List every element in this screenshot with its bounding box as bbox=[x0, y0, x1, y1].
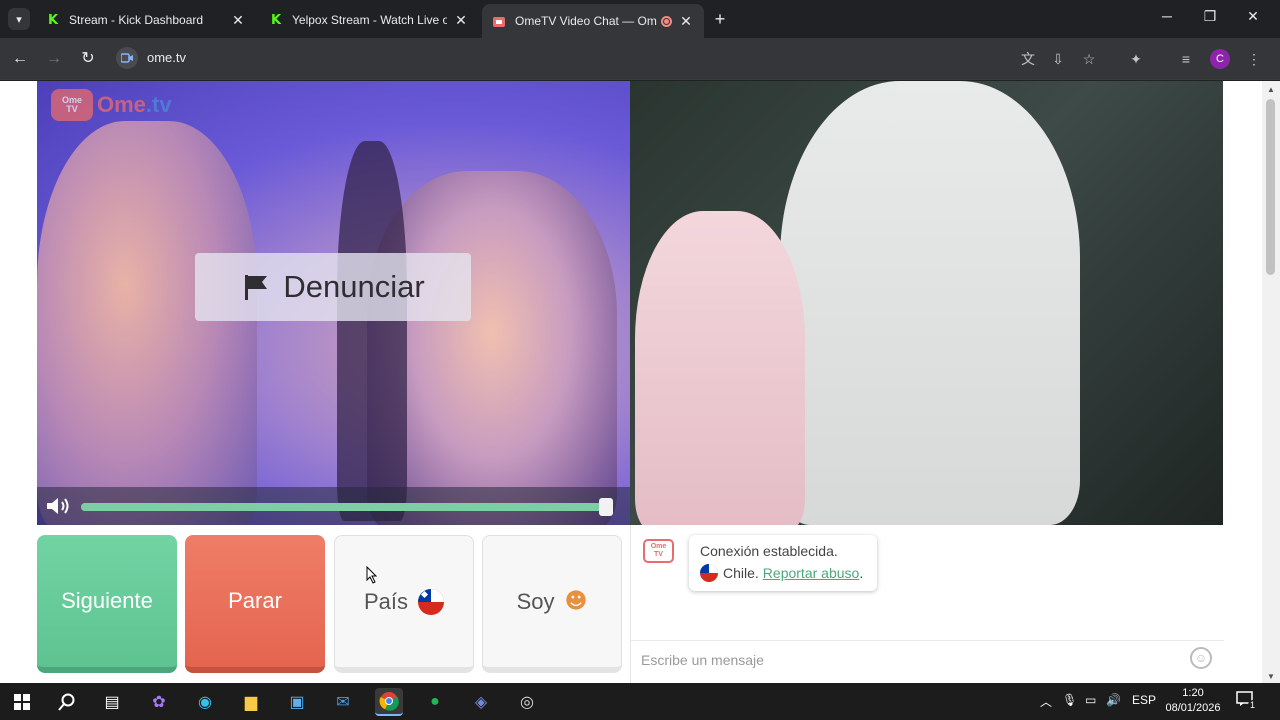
mouse-cursor-icon bbox=[366, 566, 378, 584]
volume-knob[interactable] bbox=[598, 498, 613, 516]
video-person bbox=[780, 81, 1080, 525]
forward-icon[interactable]: → bbox=[43, 48, 65, 70]
chrome-icon[interactable] bbox=[375, 688, 403, 716]
task-view-icon[interactable]: ▤ bbox=[98, 688, 126, 716]
kick-icon: K bbox=[47, 12, 59, 28]
menu-icon[interactable]: ⋮ bbox=[1244, 49, 1264, 69]
stop-button-label: Parar bbox=[228, 588, 282, 613]
site-info-icon[interactable] bbox=[116, 47, 138, 69]
logo-text: Ome.tv bbox=[97, 92, 172, 117]
restore-icon[interactable]: ❐ bbox=[1200, 8, 1220, 25]
boy-icon: ☻ bbox=[564, 589, 588, 614]
tab-title: OmeTV Video Chat — Omegle bbox=[515, 14, 657, 28]
media-control-icon[interactable]: ≡ bbox=[1176, 49, 1196, 69]
country-button[interactable]: País bbox=[334, 535, 474, 673]
chat-panel: Ome TV Conexión establecida. Chile. Repor… bbox=[630, 525, 1224, 683]
stop-button[interactable]: Parar bbox=[185, 535, 325, 673]
kick-icon: K bbox=[270, 12, 282, 28]
system-message: Conexión establecida. Chile. Reportar ab… bbox=[689, 535, 877, 591]
close-icon[interactable]: ✕ bbox=[453, 12, 469, 29]
mail-icon[interactable]: ✉ bbox=[329, 688, 357, 716]
reload-icon[interactable]: ↻ bbox=[77, 48, 99, 70]
next-button[interactable]: Siguiente bbox=[37, 535, 177, 673]
translate-icon[interactable]: 文 bbox=[1018, 49, 1038, 69]
gender-button[interactable]: Soy ☻ bbox=[482, 535, 622, 673]
tab-ometv[interactable]: OmeTV Video Chat — Omegle ✕ bbox=[482, 4, 704, 38]
copilot-icon[interactable]: ✿ bbox=[145, 688, 173, 716]
file-explorer-icon[interactable]: ▆ bbox=[237, 688, 265, 716]
install-app-icon[interactable]: ⇩ bbox=[1048, 49, 1068, 69]
ometv-icon bbox=[492, 14, 506, 28]
tab-yelpox-stream[interactable]: K Yelpox Stream - Watch Live on Kick ✕ bbox=[259, 6, 479, 34]
bookmark-star-icon[interactable]: ☆ bbox=[1079, 49, 1099, 69]
language-indicator[interactable]: ESP bbox=[1132, 693, 1156, 707]
message-input[interactable] bbox=[641, 649, 1181, 671]
tab-kick-dashboard[interactable]: K Stream - Kick Dashboard ✕ bbox=[36, 6, 256, 34]
video-hair bbox=[337, 141, 407, 521]
tab-title: Stream - Kick Dashboard bbox=[69, 13, 204, 27]
tab-strip: ▾ K Stream - Kick Dashboard ✕ K Yelpox S… bbox=[0, 0, 1280, 38]
tab-search-button[interactable]: ▾ bbox=[8, 8, 30, 30]
report-suffix: . bbox=[859, 565, 864, 581]
profile-avatar[interactable]: C bbox=[1210, 49, 1230, 69]
ometv-logo-icon: Ome TV bbox=[643, 539, 674, 563]
notification-count: 1 bbox=[1248, 700, 1258, 710]
extensions-icon[interactable]: ✦ bbox=[1126, 49, 1146, 69]
scroll-up-icon[interactable]: ▲ bbox=[1267, 85, 1275, 94]
page-scrollbar[interactable]: ▲ ▼ bbox=[1262, 81, 1280, 683]
video-person bbox=[635, 211, 805, 525]
minimize-icon[interactable]: ─ bbox=[1157, 8, 1177, 24]
own-camera-video bbox=[630, 81, 1223, 525]
volume-slider[interactable] bbox=[81, 498, 613, 516]
connection-status: Conexión establecida. bbox=[700, 543, 838, 559]
emoji-icon[interactable]: ☺ bbox=[1190, 647, 1212, 669]
windows-start-icon[interactable] bbox=[8, 688, 36, 716]
windows-taskbar: ▤ ✿ ◉ ▆ ▣ ✉ ● ◈ ◎ ︿ 🎙 ▭ 🔊 ESP 1:20 08/01… bbox=[0, 683, 1280, 720]
flag-icon bbox=[245, 275, 268, 300]
chile-flag-icon bbox=[418, 588, 445, 615]
speaker-icon[interactable] bbox=[45, 496, 73, 516]
clock-time: 1:20 bbox=[1182, 687, 1204, 699]
country-button-label: País bbox=[363, 588, 409, 614]
volume-bar bbox=[37, 487, 630, 525]
ometv-logo: Ome TV Ome.tv bbox=[51, 89, 172, 121]
close-icon[interactable]: ✕ bbox=[230, 12, 246, 29]
address-bar[interactable]: ome.tv bbox=[147, 50, 186, 65]
tab-title: Yelpox Stream - Watch Live on Kick bbox=[292, 13, 447, 27]
partner-country: Chile. bbox=[723, 565, 759, 581]
store-icon[interactable]: ▣ bbox=[283, 688, 311, 716]
close-icon[interactable]: ✕ bbox=[678, 13, 694, 30]
scroll-thumb[interactable] bbox=[1266, 99, 1275, 275]
logo-badge: Ome TV bbox=[51, 89, 93, 121]
volume-fill bbox=[81, 503, 606, 511]
window-close-icon[interactable]: ✕ bbox=[1243, 8, 1263, 25]
tray-overflow-icon[interactable]: ︿ bbox=[1040, 693, 1052, 710]
microphone-icon[interactable]: 🎙 bbox=[1062, 693, 1077, 707]
message-input-area: ☺ bbox=[631, 640, 1224, 677]
obs-icon[interactable]: ◎ bbox=[513, 688, 541, 716]
chile-flag-icon bbox=[700, 564, 718, 582]
new-tab-button[interactable]: + bbox=[710, 9, 730, 29]
network-icon[interactable]: ▭ bbox=[1085, 693, 1096, 707]
edge-icon[interactable]: ◉ bbox=[191, 688, 219, 716]
spotify-icon[interactable]: ● bbox=[421, 688, 449, 716]
notifications-icon[interactable]: 1 bbox=[1236, 691, 1258, 710]
volume-icon[interactable]: 🔊 bbox=[1106, 693, 1121, 707]
report-button-label: Denunciar bbox=[283, 269, 425, 304]
ometv-page: Ome TV Ome.tv Denunciar Siguiente Parar … bbox=[0, 81, 1262, 683]
partner-video: Ome TV Ome.tv Denunciar bbox=[37, 81, 630, 525]
back-icon[interactable]: ← bbox=[9, 48, 31, 70]
search-icon[interactable] bbox=[53, 688, 81, 716]
gender-button-label: Soy bbox=[516, 588, 555, 614]
clock[interactable]: 1:20 08/01/2026 bbox=[1162, 686, 1224, 716]
discord-icon[interactable]: ◈ bbox=[467, 688, 495, 716]
clock-date: 08/01/2026 bbox=[1165, 702, 1221, 714]
report-button[interactable]: Denunciar bbox=[195, 253, 471, 321]
video-person bbox=[37, 121, 257, 525]
browser-toolbar: ← → ↻ ome.tv 文 ⇩ ☆ ✦ ≡ ⋮ bbox=[0, 38, 1280, 80]
report-abuse-link[interactable]: Reportar abuso bbox=[763, 565, 860, 581]
next-button-label: Siguiente bbox=[61, 588, 153, 613]
scroll-down-icon[interactable]: ▼ bbox=[1267, 672, 1275, 681]
recording-icon bbox=[661, 15, 672, 27]
